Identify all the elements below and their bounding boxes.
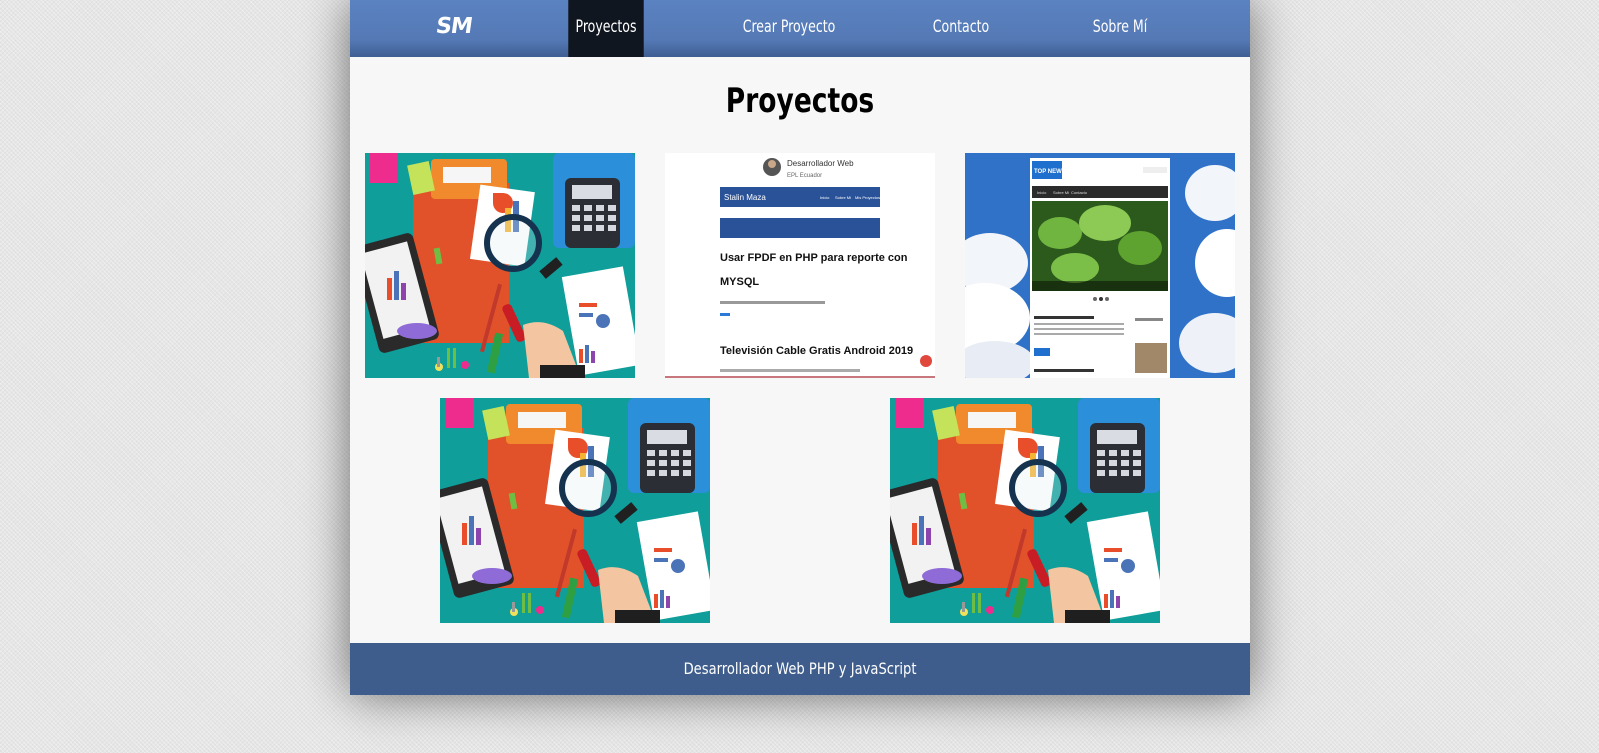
- footer: Desarrollador Web PHP y JavaScript: [350, 643, 1250, 695]
- nav-item-proyectos[interactable]: Proyectos: [568, 0, 644, 57]
- blog-post-2-title: Televisión Cable Gratis Android 2019: [720, 345, 913, 357]
- blog-post-1-title-line-2: MYSQL: [720, 276, 759, 288]
- blog-brand: Stalin Maza: [724, 193, 766, 202]
- project-thumbnail-4[interactable]: [440, 398, 710, 623]
- blog-post-1-title-line-1: Usar FPDF en PHP para reporte con: [720, 252, 908, 264]
- topnews-nav-link-contacto: Contacto: [1071, 190, 1088, 195]
- nav-item-contacto[interactable]: Contacto: [924, 0, 998, 57]
- blog-profile-location: EPL Ecuador: [787, 173, 822, 179]
- blog-nav-link-mis-proyectos: Mis Proyectos: [855, 195, 880, 200]
- project-thumbnail-3[interactable]: TOP NEWS Inicio Sobre Mi Contacto: [965, 153, 1235, 378]
- site-container: SM Proyectos Crear Proyecto Contacto Sob…: [350, 0, 1250, 695]
- project-image-desk-illustration: [440, 398, 710, 623]
- project-image-desk-illustration: [890, 398, 1160, 623]
- project-thumbnail-2[interactable]: Desarrollador Web EPL Ecuador Stalin Maz…: [665, 153, 935, 378]
- logo[interactable]: SM: [434, 14, 473, 39]
- project-thumbnail-5[interactable]: [890, 398, 1160, 623]
- blog-nav-link-sobre-mi: Sobre Mi: [835, 195, 851, 200]
- nav-item-crear-proyecto[interactable]: Crear Proyecto: [736, 0, 843, 57]
- project-image-topnews-screenshot: TOP NEWS Inicio Sobre Mi Contacto: [965, 153, 1235, 378]
- top-navbar: SM Proyectos Crear Proyecto Contacto Sob…: [350, 0, 1250, 57]
- main-content: Proyectos Desarrollador Web EPL Ecuador …: [350, 57, 1250, 643]
- footer-text: Desarrollador Web PHP y JavaScript: [683, 659, 917, 678]
- topnews-nav-link-inicio: Inicio: [1037, 190, 1047, 195]
- nav-item-sobre-mi[interactable]: Sobre Mí: [1081, 0, 1160, 57]
- project-image-blog-screenshot: Desarrollador Web EPL Ecuador Stalin Maz…: [665, 153, 935, 378]
- topnews-nav-link-sobre-mi: Sobre Mi: [1053, 190, 1069, 195]
- page-title: Proyectos: [725, 81, 875, 121]
- blog-nav-link-inicio: Inicio: [820, 195, 830, 200]
- blog-profile-name: Desarrollador Web: [787, 159, 854, 168]
- project-image-desk-illustration: [365, 153, 635, 378]
- project-thumbnail-1[interactable]: [365, 153, 635, 378]
- topnews-logo: TOP NEWS: [1034, 169, 1066, 175]
